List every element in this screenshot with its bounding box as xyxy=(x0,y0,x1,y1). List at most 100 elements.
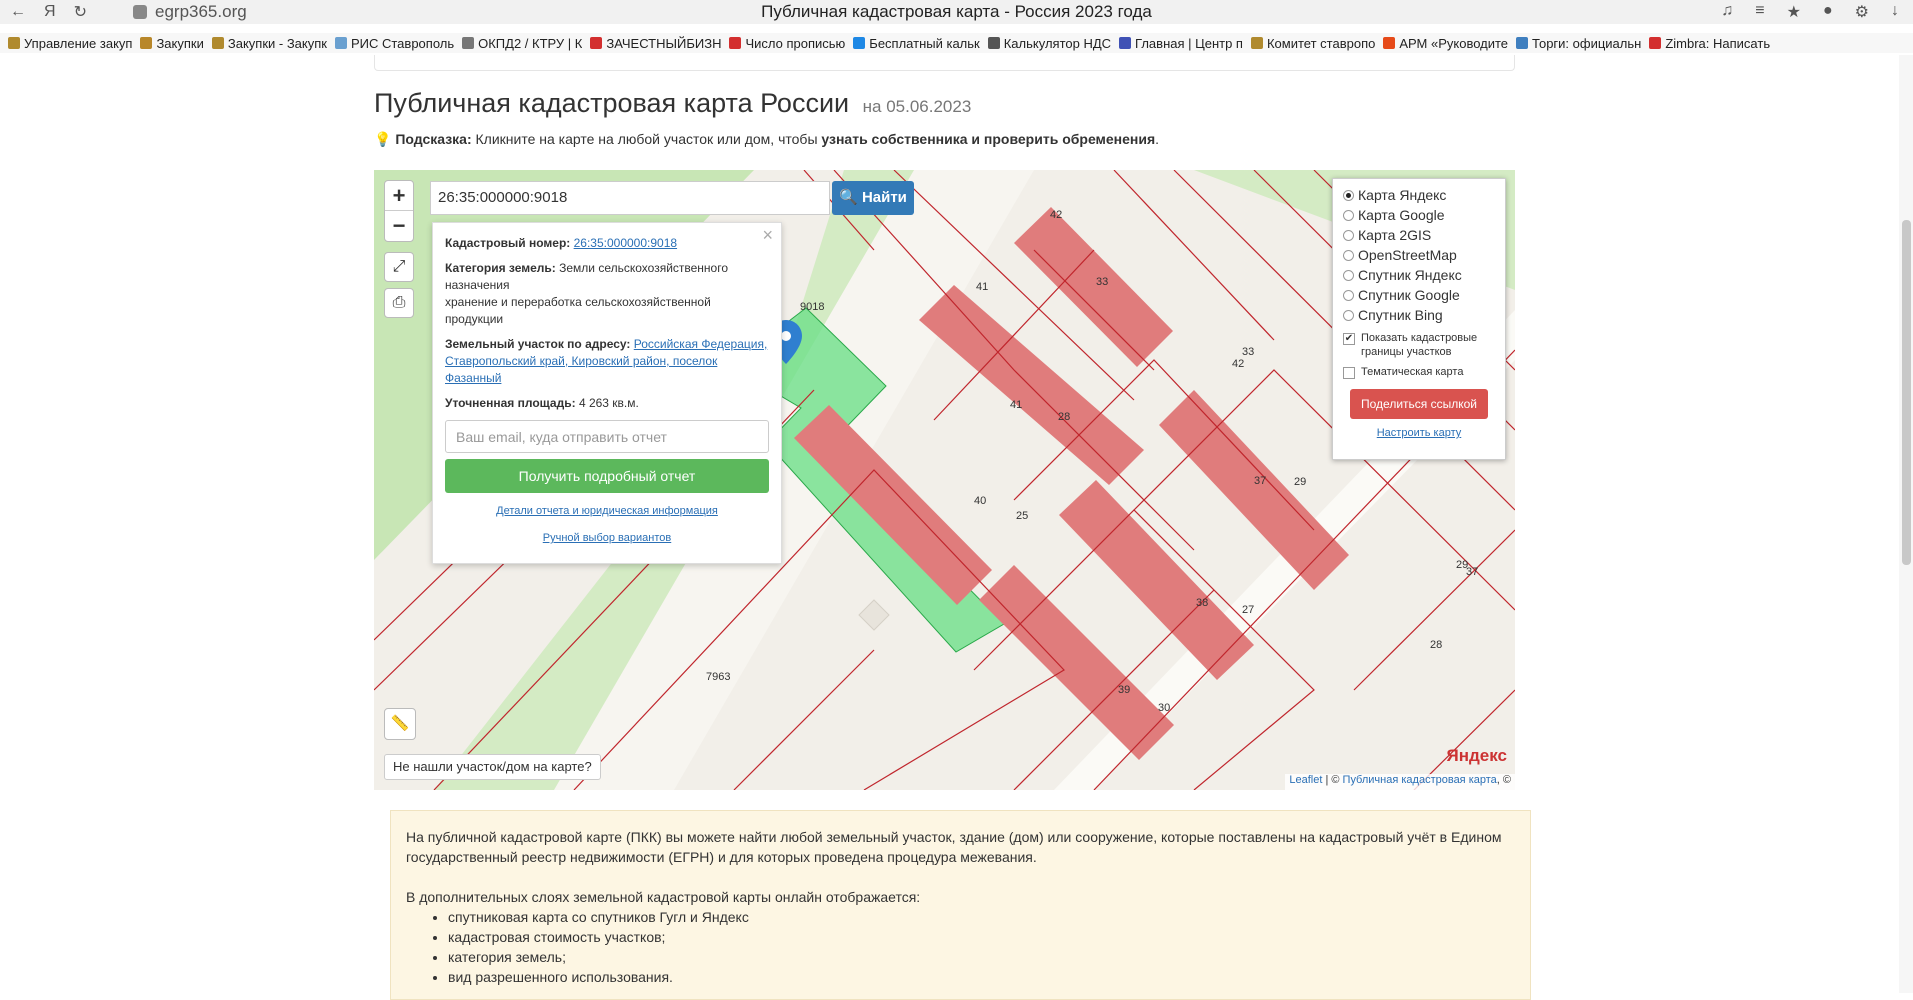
n-icon xyxy=(729,37,742,49)
cad-number-link[interactable]: 26:35:000000:9018 xyxy=(574,236,677,250)
cloud-icon xyxy=(334,37,347,49)
label-39: 39 xyxy=(1118,684,1130,696)
bookmark-item[interactable]: Закупки xyxy=(140,35,204,51)
bookmark-item[interactable]: ЗАЧЕСТНЫЙБИЗН xyxy=(590,36,721,51)
thematic-checkbox[interactable]: Тематическая карта xyxy=(1343,365,1495,379)
reader-icon[interactable]: ≡ xyxy=(1755,2,1764,22)
bookmark-item[interactable]: Торги: официальн xyxy=(1516,36,1641,51)
details-link[interactable]: Детали отчета и юридическая информация xyxy=(496,505,718,517)
bookmark-item[interactable]: ОКПД2 / КТРУ | К xyxy=(462,36,582,51)
info-list-item: кадастровая стоимость участков; xyxy=(448,927,1515,947)
layer-option[interactable]: Карта 2GIS xyxy=(1343,225,1495,245)
bookmark-label: Калькулятор НДС xyxy=(1003,35,1112,51)
pkk-link[interactable]: Публичная кадастровая карта xyxy=(1343,774,1497,786)
bookmark-label: АРМ «Руководите xyxy=(1399,35,1509,51)
bookmark-label: Управление закуп xyxy=(24,35,133,51)
map-feature xyxy=(858,599,890,631)
find-button[interactable]: 🔍 Найти xyxy=(832,181,914,215)
bookmark-icon[interactable]: ★ xyxy=(1787,2,1801,22)
radio-icon[interactable] xyxy=(1343,229,1354,241)
parcel-popup: × Кадастровый номер: 26:35:000000:9018 К… xyxy=(432,222,782,564)
bookmark-item[interactable]: Zimbra: Написать xyxy=(1649,36,1770,51)
bookmark-label: Zimbra: Написать xyxy=(1665,35,1771,51)
layer-option-label: Спутник Google xyxy=(1358,287,1460,303)
checkbox-icon[interactable] xyxy=(1343,367,1355,379)
za-icon xyxy=(590,37,603,49)
layer-option[interactable]: Карта Яндекс xyxy=(1343,185,1495,205)
radio-icon[interactable] xyxy=(1343,289,1354,301)
layer-option-label: Спутник Bing xyxy=(1358,307,1443,323)
info-list: спутниковая карта со спутников Гугл и Ян… xyxy=(448,907,1515,987)
cadastral-map[interactable]: 9018 41 42 33 33 42 41 28 40 25 37 29 29… xyxy=(374,170,1515,790)
hint-text: Кликните на карте на любой участок или д… xyxy=(475,131,818,147)
bookmark-item[interactable]: Комитет ставропо xyxy=(1250,35,1376,51)
layer-option[interactable]: Спутник Google xyxy=(1343,285,1495,305)
layer-option-label: Карта Яндекс xyxy=(1358,187,1447,203)
info-paragraph-2: В дополнительных слоях земельной кадастр… xyxy=(406,889,921,905)
radio-icon[interactable] xyxy=(1343,269,1354,281)
ruler-icon[interactable]: 📏 xyxy=(384,708,416,740)
bookmark-label: Закупки xyxy=(156,35,204,51)
radio-icon[interactable] xyxy=(1343,209,1354,221)
bookmark-item[interactable]: АРМ «Руководите xyxy=(1383,36,1508,51)
layer-option[interactable]: Карта Google xyxy=(1343,205,1495,225)
configure-map-link[interactable]: Настроить карту xyxy=(1377,427,1462,439)
bookmark-item[interactable]: Бесплатный кальк xyxy=(853,36,980,51)
layer-option[interactable]: OpenStreetMap xyxy=(1343,245,1495,265)
building-33[interactable] xyxy=(1014,207,1173,367)
scrollbar-thumb[interactable] xyxy=(1902,220,1911,565)
browser-toolbar: ← Я ↻ egrp365.org Публичная кадастровая … xyxy=(0,0,1913,24)
bookmark-item[interactable]: Закупки - Закупк xyxy=(211,36,327,51)
layer-option[interactable]: Спутник Яндекс xyxy=(1343,265,1495,285)
building-29[interactable] xyxy=(1159,390,1349,590)
label-41b: 41 xyxy=(1010,399,1022,411)
settings-icon[interactable]: ⚙ xyxy=(1855,2,1869,22)
print-icon[interactable]: ⎙ xyxy=(384,288,414,318)
manual-select-link[interactable]: Ручной выбор вариантов xyxy=(543,532,671,544)
bookmarks-bar: Управление закуп Закупки Закупки - Закупк Р… xyxy=(0,33,1913,53)
fullscreen-icon[interactable]: ⤢ xyxy=(384,252,414,282)
close-icon[interactable]: × xyxy=(762,226,773,244)
layer-option-label: Спутник Яндекс xyxy=(1358,267,1462,283)
area-label: Уточненная площадь: xyxy=(445,396,576,410)
zimbra-icon xyxy=(1649,37,1662,49)
label-29: 29 xyxy=(1294,476,1306,488)
bookmark-item[interactable]: Калькулятор НДС xyxy=(987,35,1112,51)
bookmark-item[interactable]: Число прописью xyxy=(729,36,845,51)
show-borders-checkbox[interactable]: ✔ Показать кадастровые границы участков xyxy=(1343,331,1495,359)
zoom-in-button[interactable]: + xyxy=(385,181,413,211)
cat-use: хранение и переработка сельскохозяйствен… xyxy=(445,295,711,326)
checkbox-checked-icon[interactable]: ✔ xyxy=(1343,333,1355,345)
emblem-icon xyxy=(211,37,224,49)
get-report-button[interactable]: Получить подробный отчет xyxy=(445,459,769,493)
email-field[interactable]: Ваш email, куда отправить отчет xyxy=(445,420,769,453)
download-icon[interactable]: ↓ xyxy=(1891,2,1899,22)
bookmark-item[interactable]: РИС Ставрополь xyxy=(334,35,455,51)
label-28: 28 xyxy=(1058,411,1070,423)
emblem-icon xyxy=(1250,37,1263,49)
bookmark-label: Комитет ставропо xyxy=(1266,35,1376,51)
leaflet-link[interactable]: Leaflet xyxy=(1289,774,1322,786)
not-found-button[interactable]: Не нашли участок/дом на карте? xyxy=(384,754,601,780)
scrollbar[interactable] xyxy=(1899,55,1913,993)
extension-icon[interactable]: ● xyxy=(1823,2,1833,22)
cadastral-search-input[interactable]: 26:35:000000:9018 xyxy=(430,181,830,215)
layer-option[interactable]: Спутник Bing xyxy=(1343,305,1495,325)
bookmark-label: РИС Ставрополь xyxy=(350,35,455,51)
bookmark-item[interactable]: Главная | Центр п xyxy=(1119,36,1243,51)
zoom-out-button[interactable]: − xyxy=(385,211,413,241)
info-paragraph-1: На публичной кадастровой карте (ПКК) вы … xyxy=(406,829,1502,865)
info-list-item: вид разрешенного использования. xyxy=(448,967,1515,987)
globe-icon xyxy=(1383,37,1396,49)
radio-icon[interactable] xyxy=(1343,189,1354,201)
share-link-button[interactable]: Поделиться ссылкой xyxy=(1350,389,1488,419)
bookmark-label: Торги: официальн xyxy=(1532,35,1642,51)
radio-icon[interactable] xyxy=(1343,309,1354,321)
label-27: 27 xyxy=(1242,604,1254,616)
headphones-icon[interactable]: ♫ xyxy=(1721,2,1733,22)
cad-label: Кадастровый номер: xyxy=(445,236,571,250)
emblem-icon xyxy=(8,37,20,49)
radio-icon[interactable] xyxy=(1343,249,1354,261)
bookmark-item[interactable]: Управление закуп xyxy=(8,36,132,51)
bookmark-label: Число прописью xyxy=(745,35,846,51)
